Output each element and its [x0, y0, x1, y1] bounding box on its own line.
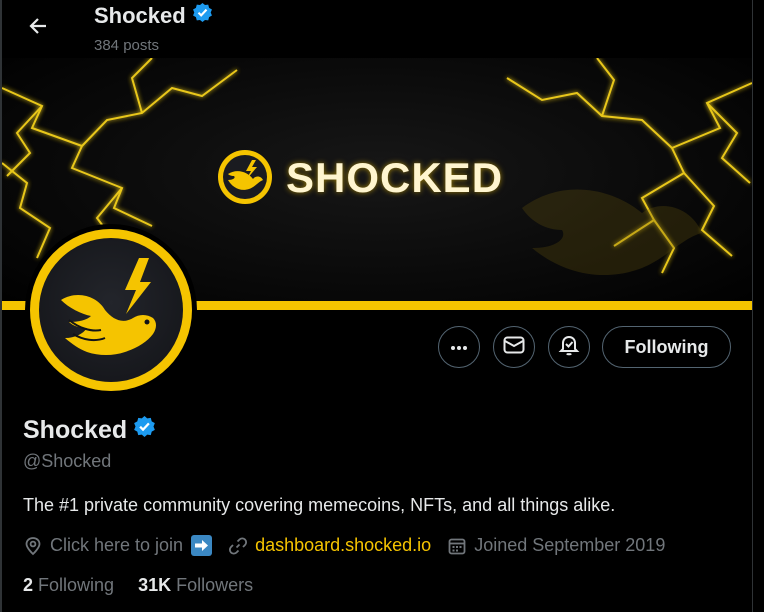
- followers-label: Followers: [176, 575, 254, 595]
- following-stat[interactable]: 2 Following: [23, 575, 114, 596]
- calendar-icon: [447, 536, 467, 556]
- header-name: Shocked: [94, 2, 186, 28]
- joined-item: Joined September 2019: [447, 535, 665, 556]
- banner-logo: [218, 150, 272, 204]
- right-divider: [752, 0, 753, 612]
- location-pin-icon: [23, 536, 43, 556]
- profile-handle: @Shocked: [23, 451, 112, 471]
- following-count: 2: [23, 575, 34, 595]
- following-button[interactable]: Following: [602, 326, 731, 368]
- follow-stats: 2 Following 31K Followers: [23, 575, 277, 596]
- followers-stat[interactable]: 31K Followers: [138, 575, 253, 596]
- bell-plus-icon: [558, 334, 580, 361]
- profile-bio: The #1 private community covering memeco…: [23, 495, 616, 515]
- profile-header-bar: Shocked 384 posts: [2, 0, 752, 58]
- message-button[interactable]: [493, 326, 535, 368]
- location-text: Click here to join: [50, 535, 184, 555]
- profile-page: Shocked 384 posts SHOCKED Following Shoc…: [0, 0, 764, 612]
- following-label: Following: [38, 575, 115, 595]
- header-title: Shocked: [94, 2, 213, 29]
- mail-icon: [503, 336, 525, 359]
- display-name: Shocked: [23, 415, 128, 444]
- website-link[interactable]: dashboard.shocked.io: [255, 535, 431, 556]
- arrow-left-icon: [28, 16, 48, 41]
- post-count: 384 posts: [94, 37, 160, 54]
- joined-text: Joined September 2019: [474, 535, 666, 555]
- followers-count: 31K: [138, 575, 172, 595]
- link-icon: [228, 536, 248, 556]
- more-dots-icon: [450, 338, 468, 356]
- verified-badge-icon: [192, 2, 213, 29]
- arrow-right-emoji-icon: [191, 535, 213, 556]
- notifications-button[interactable]: [548, 326, 590, 368]
- avatar[interactable]: [25, 224, 197, 396]
- profile-meta: Click here to join dashboard.shocked.io …: [23, 535, 681, 556]
- banner-brand-text: SHOCKED: [286, 154, 504, 201]
- location-item: Click here to join: [23, 535, 213, 556]
- back-button[interactable]: [22, 12, 54, 44]
- profile-name: Shocked: [23, 415, 156, 445]
- eagle-bolt-logo: [61, 258, 156, 355]
- more-button[interactable]: [438, 326, 480, 368]
- website-item: dashboard.shocked.io: [228, 535, 431, 556]
- verified-badge-icon[interactable]: [133, 415, 156, 445]
